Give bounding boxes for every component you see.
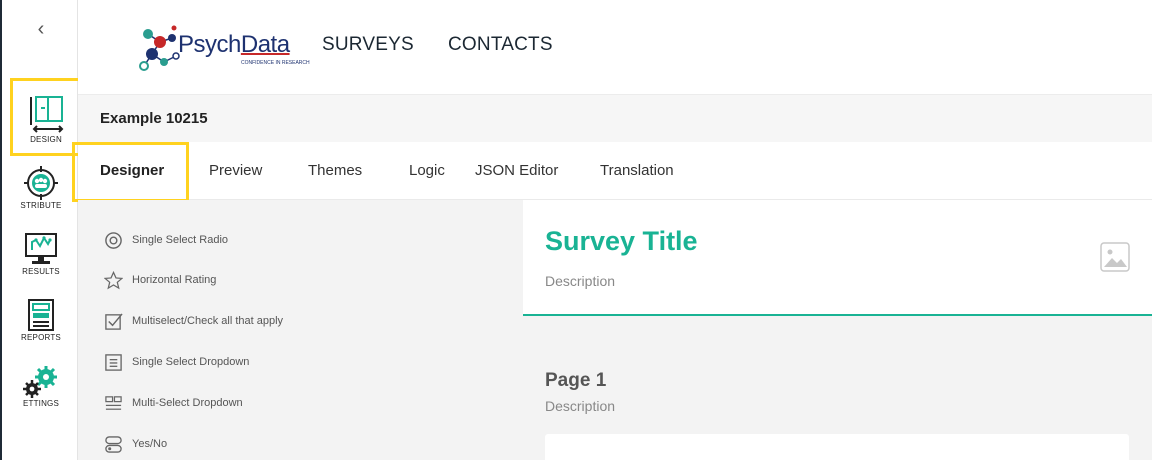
star-icon [104,270,123,289]
toolbox-label: Single Select Dropdown [132,356,250,368]
brand-suffix: Data [240,31,290,58]
rail-label-settings: ETTINGS [22,399,60,408]
image-placeholder-icon[interactable] [1100,242,1130,272]
rail-item-design[interactable]: DESIGN [10,78,82,156]
toolbox-label: Multi-Select Dropdown [132,397,243,409]
tab-translation[interactable]: Translation [600,162,674,179]
toolbox-item-single-select-dropdown[interactable]: Single Select Dropdown [104,351,249,373]
question-card[interactable] [545,434,1129,460]
brand-tagline: CONFIDENCE IN RESEARCH [241,60,310,66]
tab-designer[interactable]: Designer [100,162,164,179]
toolbox-item-horizontal-rating[interactable]: Horizontal Rating [104,269,216,291]
toolbox-label: Horizontal Rating [132,274,217,286]
nav-surveys[interactable]: SURVEYS [322,34,414,56]
page-title[interactable]: Page 1 [545,370,606,392]
toolbox-item-multi-select-dropdown[interactable]: Multi-Select Dropdown [104,392,243,414]
rail-label-results: RESULTS [22,267,60,276]
brand-prefix: Psych [178,31,241,58]
survey-name: Example 10215 [100,110,208,127]
toolbox-item-multiselect[interactable]: Multiselect/Check all that apply [104,310,283,332]
survey-title[interactable]: Survey Title [545,226,698,257]
rail-label-distribute: STRIBUTE [20,201,62,210]
psychdata-logo[interactable]: PsychData CONFIDENCE IN RESEARCH [138,24,310,74]
radio-icon [105,231,122,249]
toolbox-item-yes-no[interactable]: Yes/No [104,433,167,455]
reports-icon [28,299,54,331]
tab-themes[interactable]: Themes [308,162,362,179]
toolbox-item-single-select-radio[interactable]: Single Select Radio [104,229,228,251]
page-description[interactable]: Description [545,398,615,414]
rail-item-results[interactable]: RESULTS [8,232,74,276]
checkbox-icon [105,312,123,330]
toolbox-label: Yes/No [132,438,168,450]
multi-dropdown-icon [105,395,122,410]
survey-canvas: Survey Title Description Page 1 Descript… [523,200,1152,460]
tab-preview[interactable]: Preview [209,162,262,179]
rail-item-settings[interactable]: ETTINGS [8,366,74,408]
survey-name-bar: Example 10215 [78,94,1152,142]
design-icon [30,96,64,133]
rail-item-distribute[interactable]: STRIBUTE [8,166,74,210]
brand-name: PsychData [178,31,290,59]
tab-json-editor[interactable]: JSON Editor [475,162,558,179]
distribute-icon [24,166,58,200]
collapse-rail-button[interactable]: ‹ [2,18,80,41]
left-rail: ‹ DESIGN STRIBUTE RESULTS REPORTS ETTING… [0,0,82,460]
tab-logic[interactable]: Logic [409,162,445,179]
results-icon [25,233,57,264]
nav-contacts[interactable]: CONTACTS [448,34,553,56]
top-header: PsychData CONFIDENCE IN RESEARCH SURVEYS… [78,0,1152,94]
rail-item-reports[interactable]: REPORTS [8,298,74,342]
toolbox-label: Single Select Radio [132,234,229,246]
dropdown-icon [105,353,122,371]
survey-header: Survey Title Description [523,200,1152,316]
survey-description[interactable]: Description [545,273,615,289]
toolbox-label: Multiselect/Check all that apply [132,315,284,327]
designer-tabs: Designer Preview Themes Logic JSON Edito… [78,142,1152,200]
rail-label-design: DESIGN [30,135,62,144]
toggle-icon [105,435,122,453]
settings-icon [23,366,57,398]
question-toolbox: Single Select Radio Horizontal Rating Mu… [78,200,523,460]
molecule-logo-icon [139,25,180,71]
rail-label-reports: REPORTS [21,333,61,342]
